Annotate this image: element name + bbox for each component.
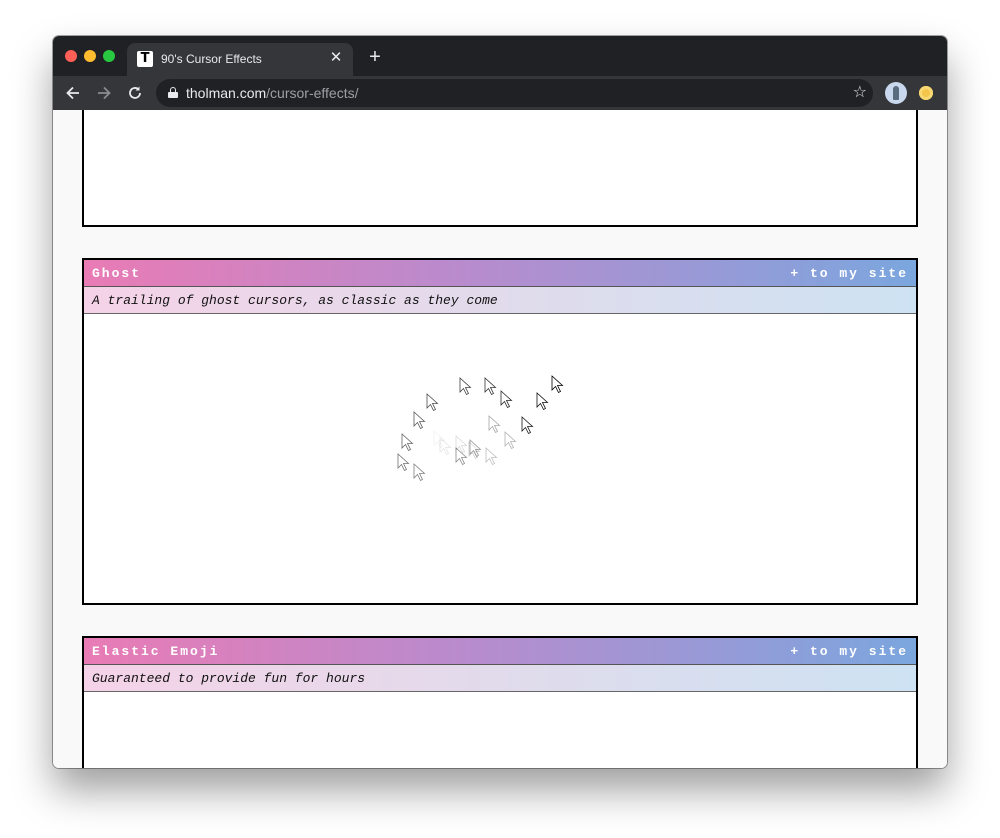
effect-panel-ghost: Ghost + to my site A trailing of ghost c…: [82, 258, 918, 605]
ghost-cursor-icon: [459, 377, 472, 396]
tab-title: 90's Cursor Effects: [161, 52, 262, 66]
ghost-cursor-icon: [401, 433, 414, 452]
back-icon[interactable]: [63, 83, 83, 103]
ghost-cursor-icon: [484, 377, 497, 396]
effect-title: Ghost: [92, 266, 142, 281]
panel-subheader: A trailing of ghost cursors, as classic …: [84, 287, 916, 314]
panel-header: Elastic Emoji + to my site: [84, 638, 916, 665]
url-host: tholman.com: [186, 85, 267, 101]
new-tab-button[interactable]: +: [365, 47, 385, 67]
url-path: /cursor-effects/: [266, 85, 359, 101]
previous-effect-panel: [82, 110, 918, 227]
ghost-cursor-icon: [413, 411, 426, 430]
minimize-window-button[interactable]: [84, 50, 96, 62]
effect-title: Elastic Emoji: [92, 644, 220, 659]
browser-tab[interactable]: T 90's Cursor Effects ✕: [127, 43, 353, 76]
ghost-cursor-icon: [536, 392, 549, 411]
tab-bar: T 90's Cursor Effects ✕ +: [53, 36, 947, 76]
ghost-cursor-icon: [500, 390, 513, 409]
ghost-demo-area[interactable]: [84, 314, 916, 603]
add-to-site-link[interactable]: + to my site: [790, 266, 908, 281]
favicon-icon: T: [137, 51, 153, 67]
forward-icon[interactable]: [94, 83, 114, 103]
ghost-cursor-icon: [488, 415, 501, 434]
browser-toolbar: tholman.com/cursor-effects/ ☆: [53, 76, 947, 110]
url-text: tholman.com/cursor-effects/: [186, 85, 358, 101]
add-to-site-link[interactable]: + to my site: [790, 644, 908, 659]
ghost-cursor-icon: [413, 463, 426, 482]
lock-icon: [168, 87, 178, 98]
bookmark-star-icon[interactable]: ☆: [853, 82, 867, 101]
maximize-window-button[interactable]: [103, 50, 115, 62]
reload-icon[interactable]: [125, 83, 145, 103]
ghost-cursor-trail: [397, 375, 564, 482]
ghost-cursor-icon: [397, 453, 410, 472]
effect-panel-elastic-emoji: Elastic Emoji + to my site Guaranteed to…: [82, 636, 918, 768]
ghost-cursor-icon: [485, 447, 498, 466]
browser-window: T 90's Cursor Effects ✕ + tholman.com/cu…: [53, 36, 947, 768]
ghost-cursor-icon: [504, 431, 517, 450]
effect-description: Guaranteed to provide fun for hours: [92, 671, 366, 686]
ghost-cursor-icon: [439, 437, 452, 456]
ghost-cursor-icon: [551, 375, 564, 394]
ghost-cursor-icon: [521, 416, 534, 435]
tab-close-icon[interactable]: ✕: [327, 49, 345, 67]
address-bar[interactable]: tholman.com/cursor-effects/ ☆: [156, 79, 873, 107]
ghost-cursor-icon: [426, 393, 439, 412]
close-window-button[interactable]: [65, 50, 77, 62]
profile-avatar[interactable]: [885, 82, 907, 104]
ghost-cursor-icon: [469, 439, 482, 458]
effect-description: A trailing of ghost cursors, as classic …: [92, 293, 498, 308]
extension-icon[interactable]: [919, 86, 933, 100]
panel-subheader: Guaranteed to provide fun for hours: [84, 665, 916, 692]
page-content: Ghost + to my site A trailing of ghost c…: [53, 110, 947, 768]
panel-header: Ghost + to my site: [84, 260, 916, 287]
